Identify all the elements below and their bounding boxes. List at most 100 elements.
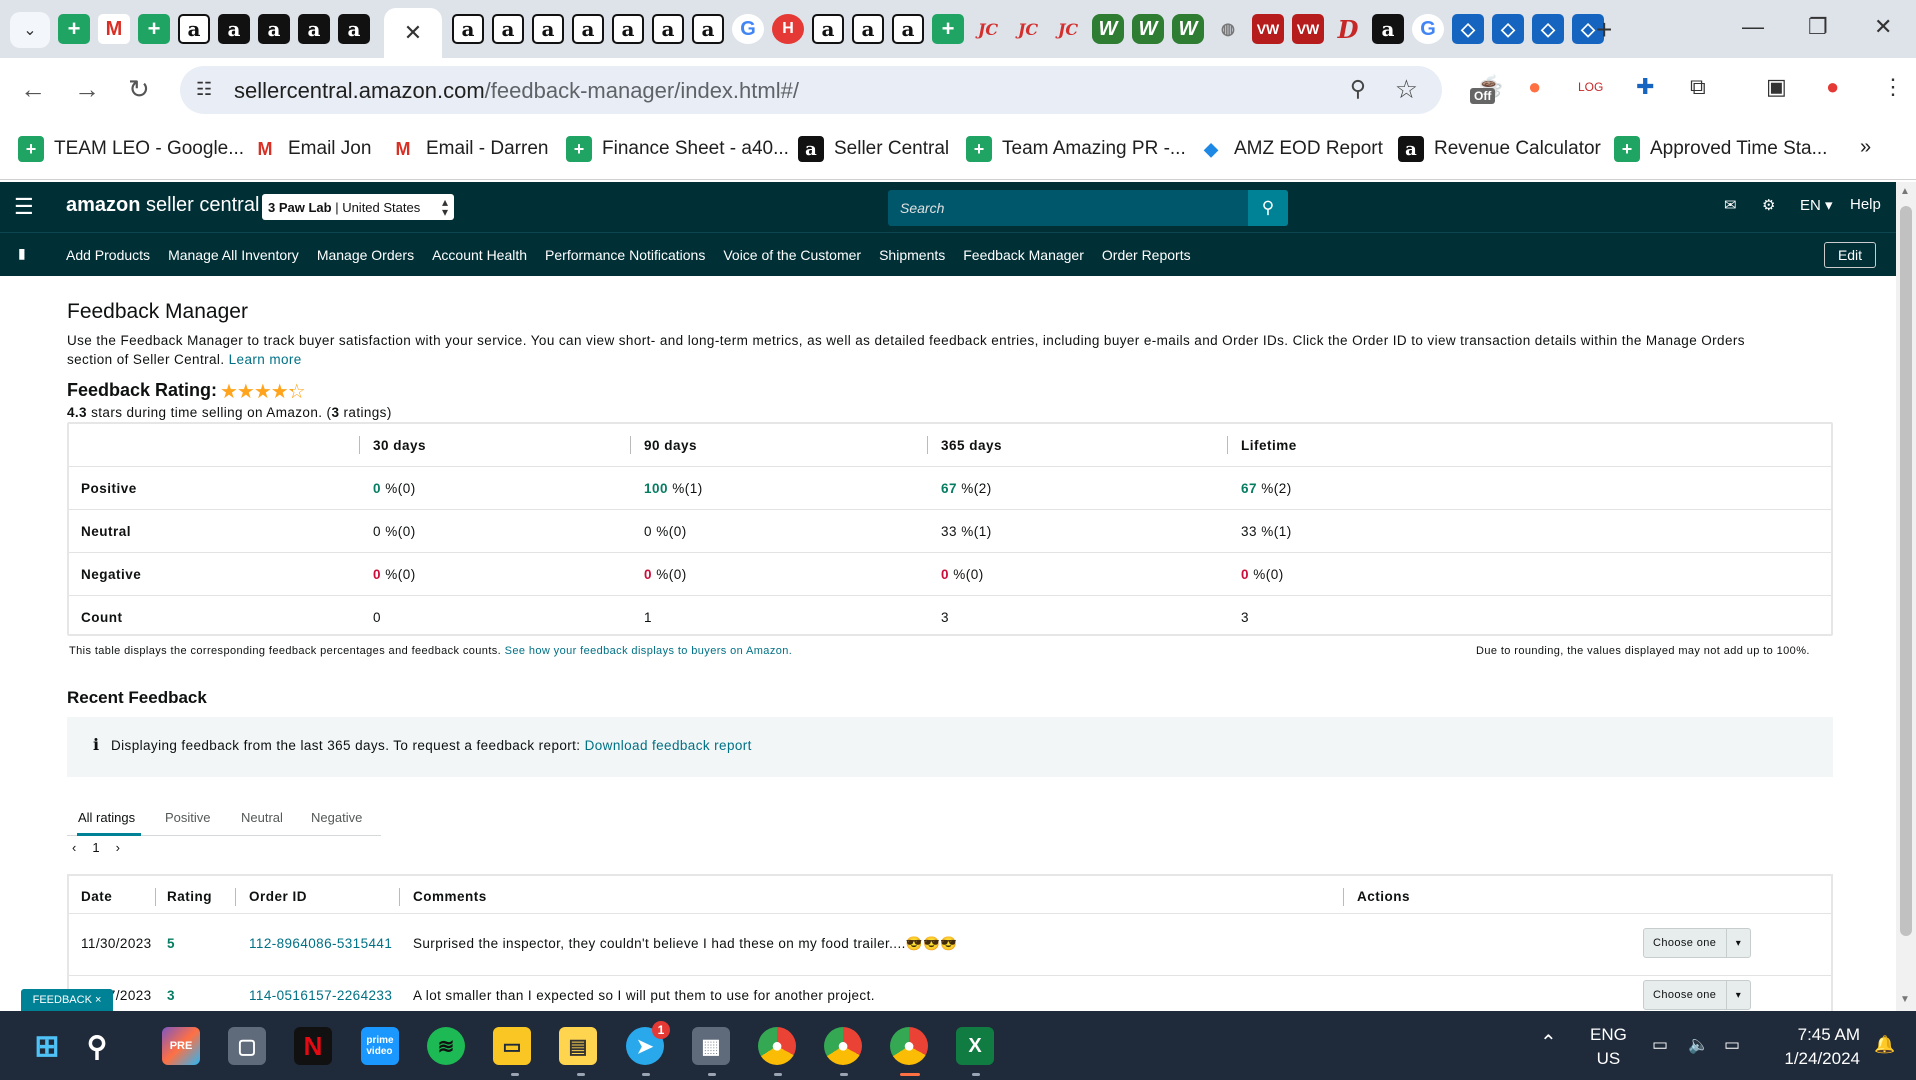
bookmark-item[interactable]: ◆ AMZ EOD Report bbox=[1198, 136, 1383, 162]
language-indicator[interactable]: ENG US bbox=[1590, 1023, 1627, 1071]
buyer-display-link[interactable]: See how your feedback displays to buyers… bbox=[505, 645, 793, 657]
volume-icon[interactable]: 🔈 bbox=[1688, 1033, 1709, 1057]
restore-icon[interactable]: ❐ bbox=[1808, 14, 1828, 40]
feedback-widget-tab[interactable]: FEEDBACK × bbox=[21, 989, 113, 1011]
tab-w-icon[interactable]: W bbox=[1172, 14, 1204, 44]
site-info-icon[interactable]: ☷ bbox=[196, 79, 212, 100]
tab-vw-icon[interactable]: VW bbox=[1252, 14, 1284, 44]
copilot-icon[interactable]: PRE bbox=[162, 1027, 200, 1065]
next-page-icon[interactable]: › bbox=[116, 840, 120, 855]
battery-icon[interactable]: ▭ bbox=[1724, 1033, 1740, 1057]
bookmark-item[interactable]: M Email Jon bbox=[252, 136, 371, 162]
spotify-icon[interactable]: ≋ bbox=[427, 1027, 465, 1065]
col-order-id[interactable]: Order ID bbox=[249, 889, 307, 904]
tab-sheets-icon[interactable]: + bbox=[58, 14, 90, 44]
col-date[interactable]: Date bbox=[81, 889, 112, 904]
taskbar-search-icon[interactable]: ⚲ bbox=[78, 1027, 116, 1065]
address-bar[interactable]: ☷ sellercentral.amazon.com/feedback-mana… bbox=[180, 66, 1442, 114]
bookmark-item[interactable]: a Revenue Calculator bbox=[1398, 136, 1601, 162]
side-panel-icon[interactable]: ▣ bbox=[1766, 74, 1787, 100]
download-feedback-report-link[interactable]: Download feedback report bbox=[585, 738, 752, 753]
tab-amazon-icon[interactable]: a bbox=[338, 14, 370, 44]
tab-sheets-icon[interactable]: + bbox=[138, 14, 170, 44]
notification-bell-icon[interactable]: 🔔 bbox=[1874, 1033, 1895, 1057]
tab-google-icon[interactable]: G bbox=[1412, 14, 1444, 44]
nav-account-health[interactable]: Account Health bbox=[432, 247, 527, 263]
seller-central-logo[interactable]: amazon seller central bbox=[66, 194, 259, 217]
active-tab-close-icon[interactable]: ✕ bbox=[384, 8, 442, 58]
settings-gear-icon[interactable]: ⚙ bbox=[1762, 196, 1775, 214]
tab-amazon-icon[interactable]: a bbox=[852, 14, 884, 44]
browser-menu-icon[interactable]: ⋮ bbox=[1882, 74, 1904, 100]
minimize-icon[interactable]: — bbox=[1742, 14, 1764, 40]
tab-amazon-icon[interactable]: a bbox=[812, 14, 844, 44]
prev-page-icon[interactable]: ‹ bbox=[72, 840, 76, 855]
tab-amazon-icon[interactable]: a bbox=[692, 14, 724, 44]
learn-more-link[interactable]: Learn more bbox=[229, 352, 302, 367]
chrome-icon[interactable]: ● bbox=[758, 1027, 796, 1065]
new-tab-button[interactable]: + bbox=[1596, 14, 1612, 46]
tab-jc-icon[interactable]: JC bbox=[1012, 14, 1044, 44]
tab-diamond-icon[interactable]: ◇ bbox=[1452, 14, 1484, 44]
chevron-down-icon[interactable]: ▾ bbox=[1726, 981, 1750, 1009]
chrome-profile-icon[interactable]: ● bbox=[824, 1027, 862, 1065]
tab-amazon-icon[interactable]: a bbox=[892, 14, 924, 44]
help-link[interactable]: Help bbox=[1850, 196, 1881, 213]
tab-search-button[interactable]: ⌄ bbox=[10, 12, 50, 48]
tab-w-icon[interactable]: W bbox=[1092, 14, 1124, 44]
edit-nav-button[interactable]: Edit bbox=[1824, 242, 1876, 268]
nav-manage-all-inventory[interactable]: Manage All Inventory bbox=[168, 247, 299, 263]
tab-amazon-icon[interactable]: a bbox=[298, 14, 330, 44]
tab-globe-icon[interactable]: ◍ bbox=[1212, 14, 1244, 44]
telegram-icon[interactable]: ➤ 1 bbox=[626, 1021, 670, 1065]
bookmark-item[interactable]: + Approved Time Sta... bbox=[1614, 136, 1827, 162]
tab-pinterest-icon[interactable]: D bbox=[1332, 14, 1364, 44]
tab-w-icon[interactable]: W bbox=[1132, 14, 1164, 44]
order-id-link[interactable]: 112-8964086-5315441 bbox=[249, 936, 392, 951]
windows-start-icon[interactable]: ⊞ bbox=[28, 1027, 66, 1065]
bookmark-item[interactable]: + Team Amazing PR -... bbox=[966, 136, 1186, 162]
clock[interactable]: 7:45 AM 1/24/2024 bbox=[1776, 1023, 1860, 1071]
bookmark-item[interactable]: + TEAM LEO - Google... bbox=[18, 136, 244, 162]
tab-h-icon[interactable]: H bbox=[772, 14, 804, 44]
mail-icon[interactable]: ✉ bbox=[1724, 196, 1737, 214]
extension-orange-icon[interactable]: ● bbox=[1528, 74, 1541, 100]
search-button[interactable]: ⚲ bbox=[1248, 190, 1288, 226]
more-bookmarks-icon[interactable]: » bbox=[1860, 136, 1871, 159]
language-selector[interactable]: EN ▾ bbox=[1800, 196, 1833, 214]
netflix-icon[interactable]: N bbox=[294, 1027, 332, 1065]
bookmark-star-icon[interactable]: ☆ bbox=[1395, 74, 1418, 105]
tab-sheets-icon[interactable]: + bbox=[932, 14, 964, 44]
tab-amazon-icon[interactable]: a bbox=[612, 14, 644, 44]
file-explorer-icon[interactable]: ▭ bbox=[493, 1027, 531, 1065]
scroll-down-icon[interactable]: ▼ bbox=[1900, 994, 1910, 1005]
profile-avatar[interactable]: ● bbox=[1826, 74, 1839, 100]
tab-diamond-icon[interactable]: ◇ bbox=[1492, 14, 1524, 44]
tab-positive[interactable]: Positive bbox=[165, 810, 211, 825]
extension-login-icon[interactable]: LOG bbox=[1578, 80, 1603, 94]
reload-icon[interactable]: ↻ bbox=[128, 74, 150, 105]
chevron-down-icon[interactable]: ▾ bbox=[1726, 929, 1750, 957]
scrollbar-thumb[interactable] bbox=[1900, 206, 1912, 936]
nav-shipments[interactable]: Shipments bbox=[879, 247, 945, 263]
bookmark-item[interactable]: M Email - Darren bbox=[390, 136, 548, 162]
tab-all-ratings[interactable]: All ratings bbox=[78, 810, 135, 825]
tab-jc-icon[interactable]: JC bbox=[1052, 14, 1084, 44]
nav-add-products[interactable]: Add Products bbox=[66, 247, 150, 263]
tray-chevron-icon[interactable]: ⌃ bbox=[1540, 1031, 1557, 1055]
network-icon[interactable]: ▭ bbox=[1652, 1033, 1668, 1057]
zoom-icon[interactable]: ⚲ bbox=[1350, 76, 1366, 102]
bookmark-item[interactable]: a Seller Central bbox=[798, 136, 949, 162]
nav-order-reports[interactable]: Order Reports bbox=[1102, 247, 1191, 263]
tab-negative[interactable]: Negative bbox=[311, 810, 362, 825]
extension-plus-icon[interactable]: ✚ bbox=[1636, 74, 1654, 100]
order-id-link[interactable]: 114-0516157-2264233 bbox=[249, 988, 392, 1003]
nav-performance-notifications[interactable]: Performance Notifications bbox=[545, 247, 705, 263]
scroll-up-icon[interactable]: ▲ bbox=[1900, 186, 1910, 197]
back-icon[interactable]: ← bbox=[20, 74, 46, 105]
tab-amazon-icon[interactable]: a bbox=[218, 14, 250, 44]
nav-feedback-manager[interactable]: Feedback Manager bbox=[963, 247, 1084, 263]
tab-amazon-icon[interactable]: a bbox=[532, 14, 564, 44]
tab-amazon-icon[interactable]: a bbox=[1372, 14, 1404, 44]
page-scrollbar[interactable]: ▲ ▼ bbox=[1896, 182, 1916, 1011]
